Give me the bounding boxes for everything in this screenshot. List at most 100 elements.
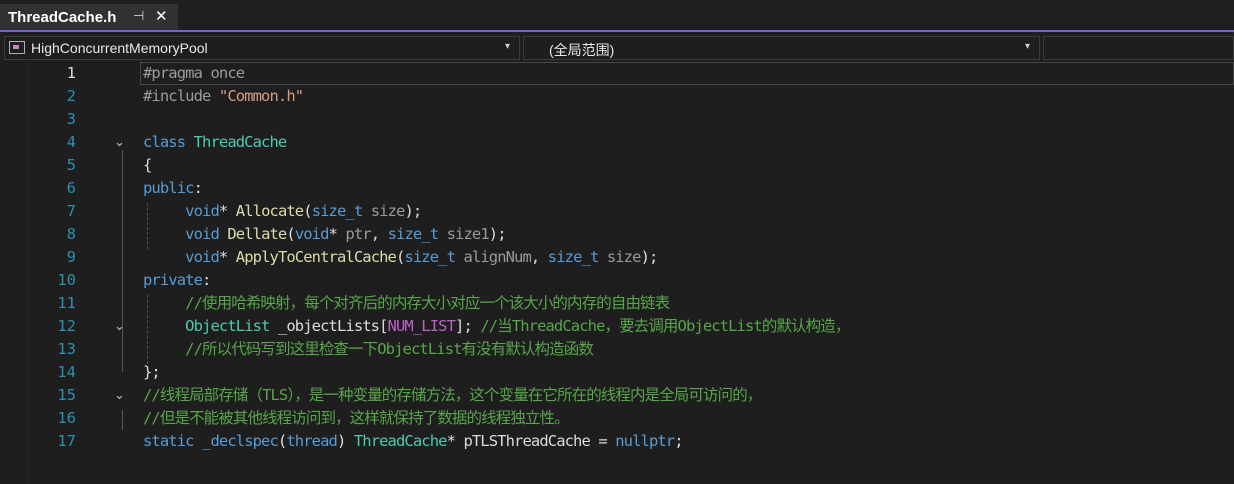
code-token: size_t [311,202,363,220]
code-text[interactable]: class ThreadCache [143,131,288,154]
code-text[interactable]: #include "Common.h" [143,85,304,108]
code-token: ( [286,225,295,243]
fold-chevron-icon[interactable]: ⌄ [114,384,125,407]
code-token: ptr [336,225,371,243]
chevron-down-icon[interactable]: ▾ [1025,41,1030,52]
fold-chevron-icon[interactable]: ⌄ [114,315,125,338]
code-text[interactable]: //但是不能被其他线程访问到，这样就保持了数据的线程独立性。 [143,407,570,430]
code-token: nullptr [615,432,675,450]
tab-title[interactable]: ThreadCache.h [8,9,116,26]
tab-bar: ThreadCache.h ⊣ ✕ [0,0,1234,32]
code-token: ObjectList [185,317,270,335]
project-dropdown[interactable]: HighConcurrentMemoryPool ▾ [4,36,520,60]
code-text[interactable]: { [143,154,152,177]
code-token: ); [640,248,659,266]
pin-icon[interactable]: ⊣ [133,9,144,24]
code-token: #pragma once [143,64,245,82]
line-number: 6 [66,179,76,197]
indent-guide [147,295,148,364]
code-token: ThreadCache [353,432,448,450]
code-line[interactable]: 15 ⌄ //线程局部存储（TLS），是一种变量的存储方法，这个变量在它所在的线程内… [0,384,1234,407]
code-token: * [328,225,338,243]
code-token: * [218,248,236,266]
project-name: HighConcurrentMemoryPool [31,40,208,56]
code-token: Dellate [227,225,287,243]
code-line[interactable]: 4 ⌄ class ThreadCache [0,131,1234,154]
code-token: , [530,248,548,266]
fold-region-line [122,410,123,430]
code-text[interactable]: //所以代码写到这里检查一下ObjectList有没有默认构造函数 [143,338,594,361]
line-number: 2 [66,87,76,105]
code-token: //使用哈希映射，每个对齐后的内存大小对应一个该大小的内存的自由链表 [185,294,670,312]
code-line[interactable]: 3 [0,108,1234,131]
fold-chevron-icon[interactable]: ⌄ [114,131,125,154]
code-text[interactable]: private: [143,269,211,292]
code-token: size_t [387,225,439,243]
code-line[interactable]: 17 static _declspec(thread) ThreadCache* … [0,430,1234,453]
member-dropdown[interactable] [1043,36,1234,60]
code-token: private [143,271,203,289]
code-token: size_t [547,248,599,266]
code-line[interactable]: 2 #include "Common.h" [0,85,1234,108]
line-number: 10 [57,271,76,289]
code-token: void [294,225,330,243]
code-token: : [193,179,203,197]
code-token: ApplyToCentralCache [235,248,397,266]
code-line[interactable]: 13 //所以代码写到这里检查一下ObjectList有没有默认构造函数 [0,338,1234,361]
line-number: 9 [66,248,76,266]
line-number: 15 [57,386,76,404]
fold-region-line [122,341,123,361]
code-token: * pTLSThreadCache = [446,432,616,450]
code-line[interactable]: 16 //但是不能被其他线程访问到，这样就保持了数据的线程独立性。 [0,407,1234,430]
code-text[interactable]: void* ApplyToCentralCache(size_t alignNu… [143,246,659,269]
code-line[interactable]: 8 void Dellate(void* ptr, size_t size1); [0,223,1234,246]
code-text[interactable]: }; [143,361,161,384]
code-line[interactable]: 14}; [0,361,1234,384]
line-number: 7 [66,202,76,220]
code-token: ); [404,202,422,220]
code-token: void [185,202,220,220]
code-token: Allocate [235,202,304,220]
code-token: //但是不能被其他线程访问到，这样就保持了数据的线程独立性。 [143,409,570,427]
code-line[interactable]: 9 void* ApplyToCentralCache(size_t align… [0,246,1234,269]
code-text[interactable]: //使用哈希映射，每个对齐后的内存大小对应一个该大小的内存的自由链表 [143,292,670,315]
code-text[interactable]: #pragma once [143,62,245,85]
code-token: _objectLists[ [269,317,389,335]
line-number: 17 [57,432,76,450]
code-line[interactable]: 7 void* Allocate(size_t size); [0,200,1234,223]
code-token: public [143,179,194,197]
code-line[interactable]: 1 #pragma once [0,62,1234,85]
code-editor[interactable]: 1 #pragma once 2 #include "Common.h" 3 4 ⌄ clas… [0,62,1234,484]
code-text[interactable]: void Dellate(void* ptr, size_t size1); [143,223,506,246]
code-text[interactable]: //线程局部存储（TLS），是一种变量的存储方法，这个变量在它所在的线程内是全局… [143,384,762,407]
code-line[interactable]: 10 private: [0,269,1234,292]
code-token: #include [143,87,219,105]
code-text[interactable]: public: [143,177,203,200]
line-number: 12 [57,317,76,335]
code-line[interactable]: 5{ [0,154,1234,177]
code-token: size_t [404,248,456,266]
code-token: size1 [438,225,490,243]
code-text[interactable]: void* Allocate(size_t size); [143,200,422,223]
fold-region-line [122,150,123,372]
code-token: //所以代码写到这里检查一下ObjectList有没有默认构造函数 [185,340,594,358]
line-number: 16 [57,409,76,427]
line-number: 1 [66,64,76,82]
close-icon[interactable]: ✕ [155,7,168,25]
scope-dropdown[interactable]: (全局范围) ▾ [523,36,1040,60]
code-text[interactable]: ObjectList _objectLists[NUM_LIST]; //当Th… [143,315,850,338]
chevron-down-icon[interactable]: ▾ [505,41,510,52]
code-token: * [218,202,236,220]
code-token: ThreadCache [193,133,288,151]
code-text[interactable]: static _declspec(thread) ThreadCache* pT… [143,430,684,453]
code-line[interactable]: 6 public: [0,177,1234,200]
code-line[interactable]: 11 //使用哈希映射，每个对齐后的内存大小对应一个该大小的内存的自由链表 [0,292,1234,315]
code-token: ); [488,225,507,243]
tab-threadcache-h[interactable]: ThreadCache.h ⊣ ✕ [0,4,178,30]
line-number: 4 [66,133,76,151]
code-token: ; [674,432,683,450]
code-line[interactable]: 12 ⌄ ObjectList _objectLists[NUM_LIST]; /… [0,315,1234,338]
